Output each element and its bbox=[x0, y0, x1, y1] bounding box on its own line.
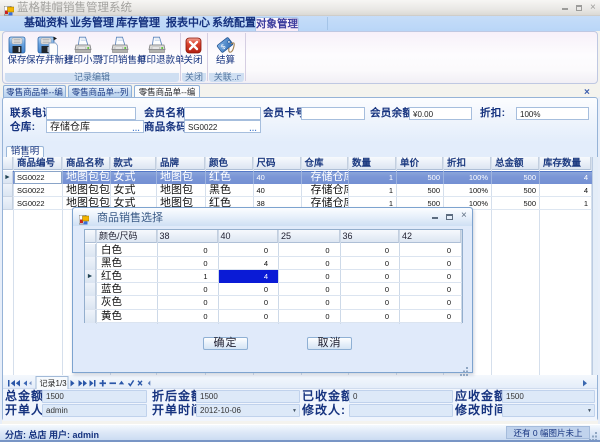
svg-text:记录1/3: 记录1/3 bbox=[40, 379, 68, 388]
